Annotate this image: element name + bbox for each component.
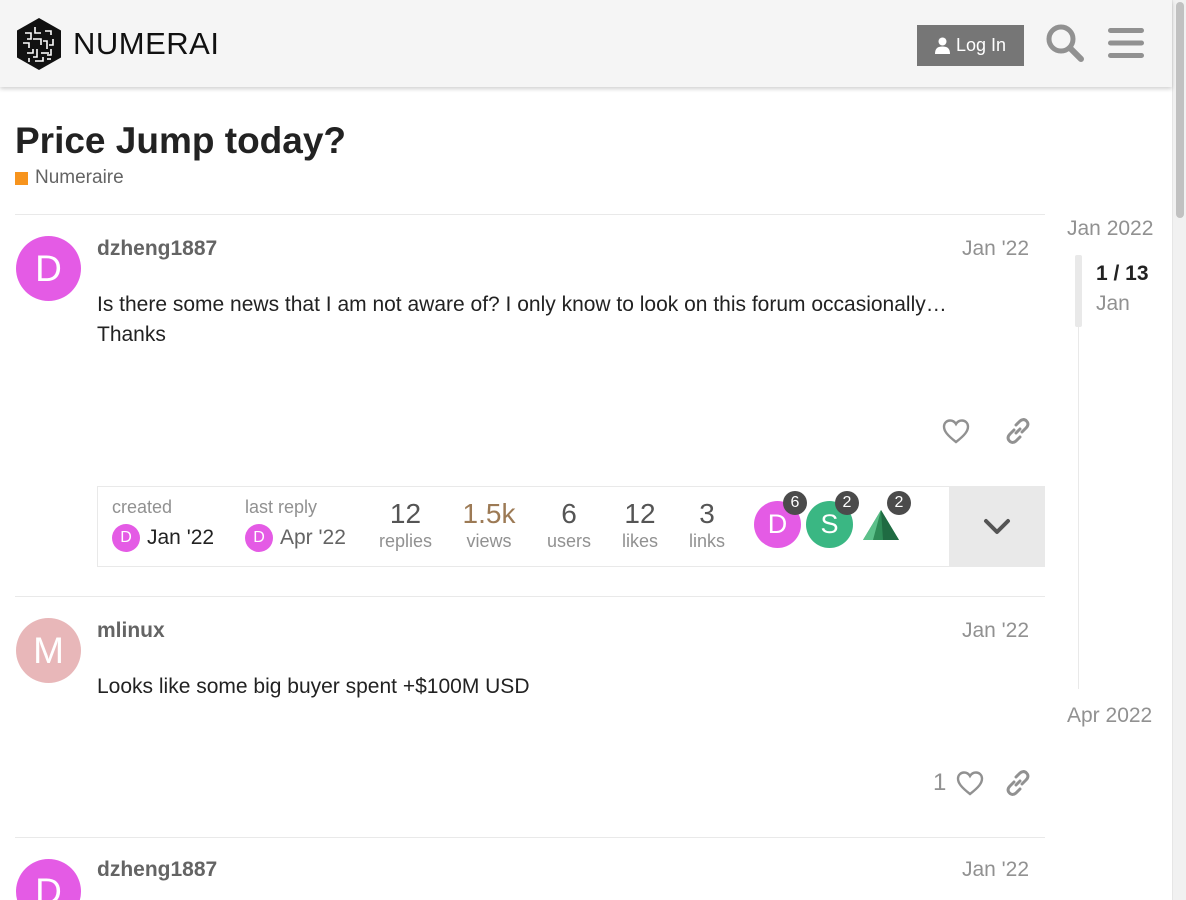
- avatar-letter: D: [35, 870, 62, 900]
- creator-avatar[interactable]: D: [112, 524, 140, 552]
- timeline-position: 1 / 13: [1096, 262, 1149, 285]
- category-badge[interactable]: Numeraire: [15, 167, 124, 189]
- post-body: Looks like some big buyer spent +$100M U…: [97, 675, 530, 698]
- timeline-scroll-handle[interactable]: [1075, 255, 1082, 327]
- avatar-letter: M: [33, 629, 64, 671]
- participant-post-count: 2: [835, 491, 859, 515]
- numerai-logo-icon: [17, 18, 61, 70]
- likes-count: 12: [624, 498, 656, 529]
- link-icon: [1006, 770, 1030, 796]
- post-date[interactable]: Jan '22: [962, 237, 1029, 261]
- likes-stat: 12 likes: [619, 499, 661, 552]
- site-logo[interactable]: NUMERAI: [15, 17, 219, 71]
- post-date[interactable]: Jan '22: [962, 619, 1029, 643]
- user-icon: [934, 37, 950, 54]
- site-header: NUMERAI Log In: [0, 0, 1172, 87]
- views-stat: 1.5k views: [460, 499, 518, 552]
- chevron-down-icon: [984, 518, 1010, 534]
- replies-label: replies: [378, 531, 433, 551]
- topic-title[interactable]: Price Jump today?: [15, 120, 346, 162]
- avatar-letter: D: [35, 247, 62, 289]
- category-color-swatch: [15, 171, 28, 185]
- timeline-end-date[interactable]: Apr 2022: [1067, 704, 1152, 728]
- scrollbar-thumb[interactable]: [1176, 2, 1184, 218]
- links-label: links: [688, 531, 725, 551]
- post-date[interactable]: Jan '22: [962, 858, 1029, 882]
- category-name: Numeraire: [35, 167, 124, 188]
- participant-post-count: 2: [887, 491, 911, 515]
- heart-icon: [956, 771, 984, 796]
- brand-name: NUMERAI: [73, 26, 220, 61]
- timeline-start-date[interactable]: Jan 2022: [1067, 217, 1153, 241]
- post: D dzheng1887 Jan '22: [15, 837, 1045, 900]
- heart-icon: [942, 419, 970, 444]
- login-button[interactable]: Log In: [917, 25, 1024, 66]
- created-info: created D Jan '22: [112, 497, 214, 577]
- participant-post-count: 6: [783, 491, 807, 515]
- page-scrollbar[interactable]: [1172, 0, 1186, 900]
- users-count: 6: [561, 498, 577, 529]
- users-stat: 6 users: [544, 499, 594, 552]
- last-replier-avatar[interactable]: D: [245, 524, 273, 552]
- topic-map: created D Jan '22 last reply D Apr '22 1…: [97, 486, 1045, 567]
- copy-link-button[interactable]: [998, 411, 1038, 451]
- links-count: 3: [699, 498, 715, 529]
- views-label: views: [466, 531, 512, 551]
- avatar[interactable]: D: [16, 236, 81, 301]
- login-label: Log In: [955, 35, 1007, 55]
- like-count[interactable]: 1: [933, 769, 946, 797]
- avatar[interactable]: M: [16, 618, 81, 683]
- last-reply-label: last reply: [245, 497, 318, 517]
- participant-avatar[interactable]: D 6: [754, 491, 807, 548]
- hamburger-menu-icon[interactable]: [1106, 22, 1146, 64]
- likes-label: likes: [621, 531, 658, 551]
- participant-letter: S: [820, 509, 839, 539]
- post-username[interactable]: dzheng1887: [97, 237, 217, 261]
- expand-topic-map-button[interactable]: [949, 487, 1045, 566]
- created-date[interactable]: Jan '22: [147, 526, 214, 550]
- timeline-position-date: Jan: [1096, 292, 1130, 315]
- participant-avatar[interactable]: 2: [858, 491, 911, 548]
- post-username[interactable]: dzheng1887: [97, 858, 217, 882]
- users-label: users: [546, 531, 591, 551]
- participant-avatar[interactable]: S 2: [806, 491, 859, 548]
- links-stat: 3 links: [685, 499, 729, 552]
- replies-count: 12: [389, 498, 422, 529]
- participant-letter: D: [767, 509, 788, 539]
- post: M mlinux Jan '22 Looks like some big buy…: [15, 596, 1045, 838]
- like-button[interactable]: [950, 763, 990, 803]
- copy-link-button[interactable]: [998, 763, 1038, 803]
- replies-stat: 12 replies: [377, 499, 434, 552]
- created-label: created: [112, 497, 173, 517]
- views-count: 1.5k: [462, 498, 516, 529]
- post-username[interactable]: mlinux: [97, 619, 165, 643]
- search-icon[interactable]: [1045, 22, 1085, 64]
- like-button[interactable]: [936, 411, 976, 451]
- last-reply-date[interactable]: Apr '22: [280, 526, 346, 550]
- post-body: Is there some news that I am not aware o…: [97, 293, 947, 346]
- link-icon: [1006, 418, 1030, 444]
- last-reply-info: last reply D Apr '22: [245, 497, 346, 577]
- avatar[interactable]: D: [16, 859, 81, 900]
